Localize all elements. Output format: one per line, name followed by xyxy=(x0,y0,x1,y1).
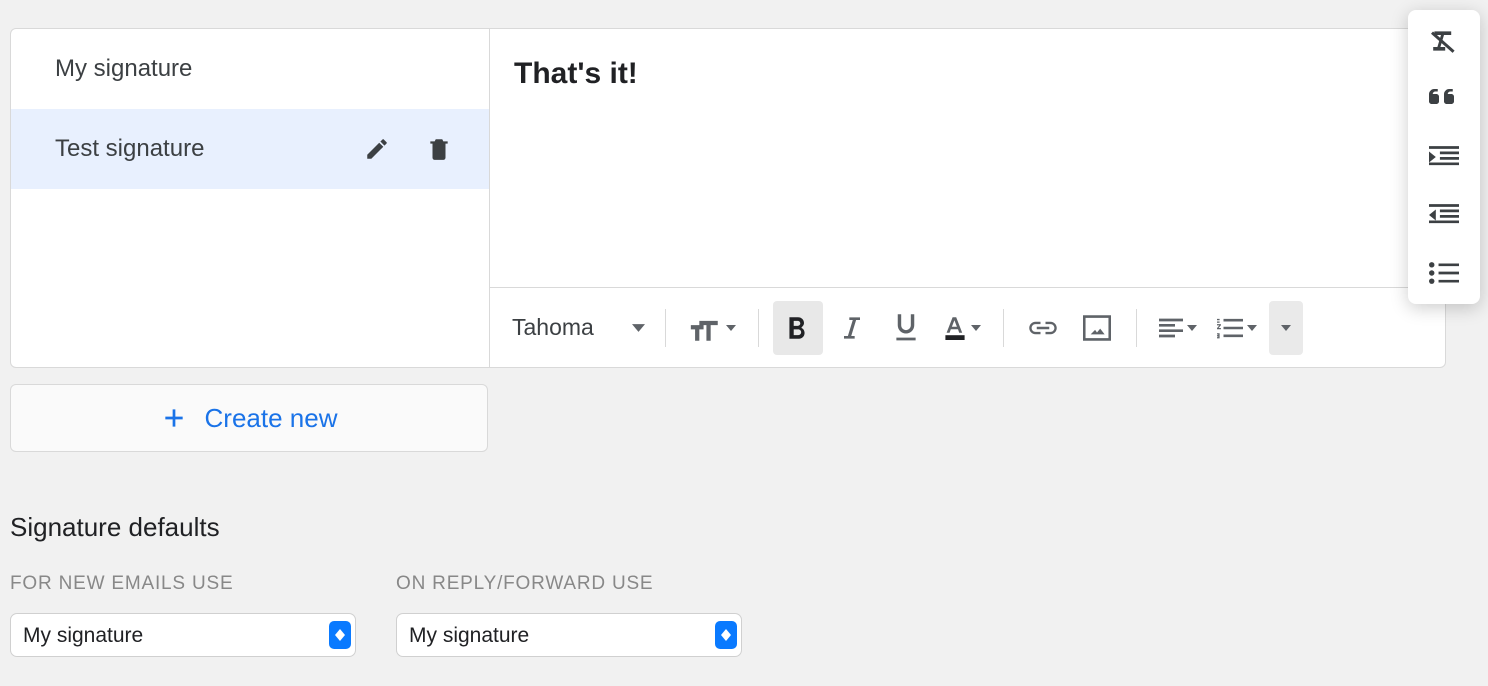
bulleted-list-button[interactable] xyxy=(1424,256,1464,290)
chevron-down-icon xyxy=(1187,325,1197,331)
defaults-title: Signature defaults xyxy=(10,512,1488,543)
numbered-list-button[interactable] xyxy=(1209,301,1265,355)
plus-icon xyxy=(161,405,187,431)
chevron-down-icon xyxy=(726,325,736,331)
chevron-down-icon xyxy=(1281,325,1291,331)
edit-icon[interactable] xyxy=(363,135,391,163)
signature-item[interactable]: My signature xyxy=(11,29,489,109)
editor-content-area[interactable]: That's it! xyxy=(490,29,1445,287)
indent-less-button[interactable] xyxy=(1424,198,1464,232)
floating-format-toolbar xyxy=(1408,10,1480,304)
for-new-emails-label: FOR NEW EMAILS USE xyxy=(10,573,356,595)
insert-link-button[interactable] xyxy=(1018,301,1068,355)
signature-name: My signature xyxy=(55,55,453,83)
more-formatting-button[interactable] xyxy=(1269,301,1303,355)
toolbar-divider xyxy=(1003,309,1004,347)
underline-button[interactable] xyxy=(881,301,931,355)
signature-editor: That's it! Tahoma xyxy=(490,28,1446,368)
signature-item-selected[interactable]: Test signature xyxy=(11,109,489,189)
on-reply-forward-label: ON REPLY/FORWARD USE xyxy=(396,573,742,595)
create-new-label: Create new xyxy=(205,403,338,434)
create-new-button[interactable]: Create new xyxy=(10,384,488,452)
chevron-down-icon xyxy=(1247,325,1257,331)
editor-toolbar: Tahoma xyxy=(490,287,1445,367)
toolbar-divider xyxy=(665,309,666,347)
toolbar-divider xyxy=(758,309,759,347)
text-color-button[interactable] xyxy=(935,301,989,355)
font-selector[interactable]: Tahoma xyxy=(506,314,651,341)
delete-icon[interactable] xyxy=(425,135,453,163)
indent-more-button[interactable] xyxy=(1424,140,1464,174)
signature-name: Test signature xyxy=(55,135,363,163)
toolbar-divider xyxy=(1136,309,1137,347)
bold-button[interactable] xyxy=(773,301,823,355)
insert-image-button[interactable] xyxy=(1072,301,1122,355)
for-new-emails-select[interactable]: My signature xyxy=(10,613,356,657)
signature-list: My signature Test signature xyxy=(10,28,490,368)
align-button[interactable] xyxy=(1151,301,1205,355)
remove-formatting-button[interactable] xyxy=(1424,24,1464,58)
signature-defaults-section: Signature defaults FOR NEW EMAILS USE My… xyxy=(10,512,1488,657)
font-name-label: Tahoma xyxy=(512,314,594,341)
chevron-down-icon xyxy=(632,324,645,332)
font-size-button[interactable] xyxy=(680,301,744,355)
quote-button[interactable] xyxy=(1424,82,1464,116)
on-reply-forward-select[interactable]: My signature xyxy=(396,613,742,657)
italic-button[interactable] xyxy=(827,301,877,355)
chevron-down-icon xyxy=(971,325,981,331)
